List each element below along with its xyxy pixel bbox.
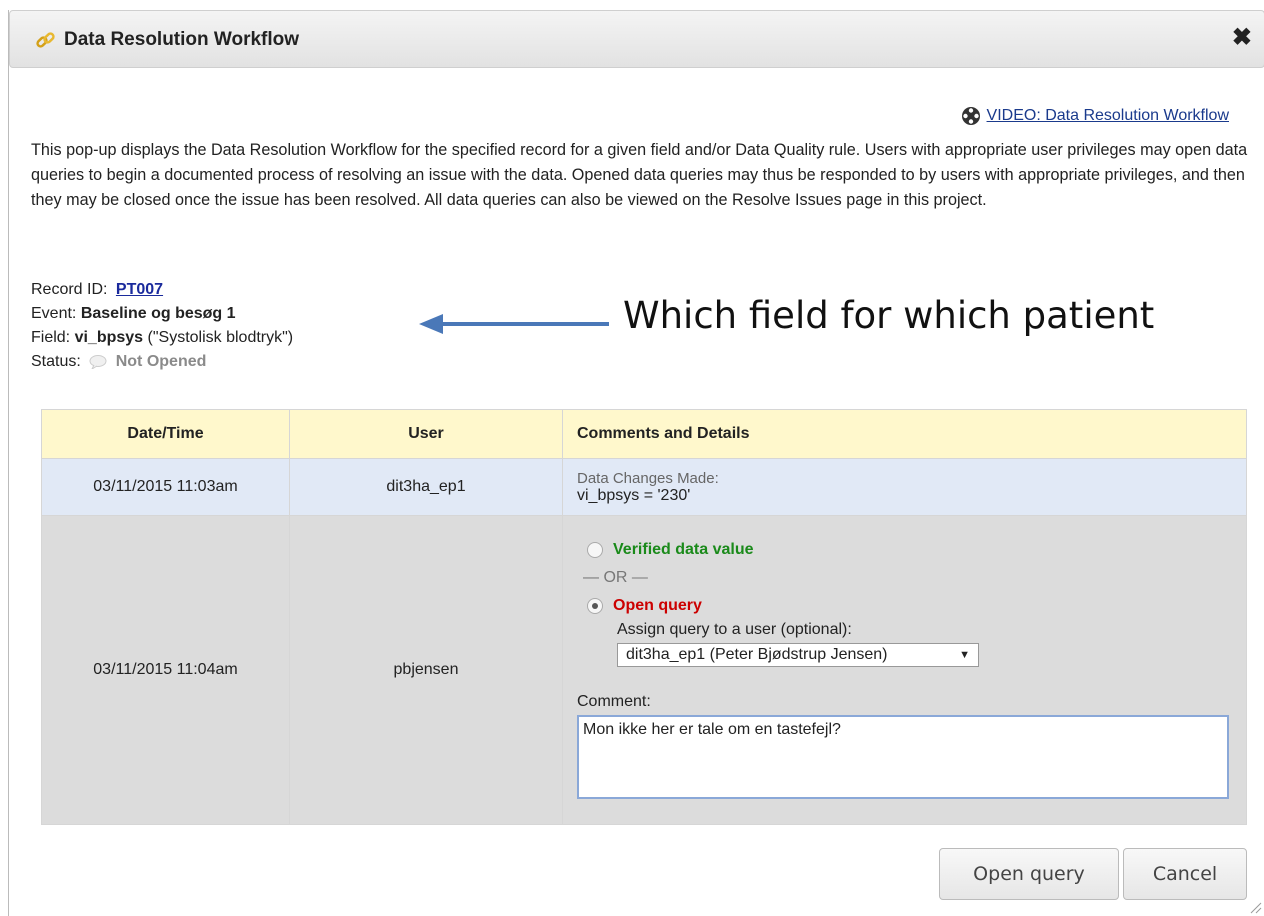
open-query-label[interactable]: Open query [613, 597, 702, 615]
resize-handle-icon[interactable] [1248, 900, 1262, 914]
annotation-arrow-icon [419, 314, 609, 334]
data-resolution-dialog: Data Resolution Workflow ✖ VIDEO: Data R… [8, 10, 1264, 916]
field-description: ("Systolisk blodtryk") [147, 329, 294, 346]
assign-user-select[interactable]: dit3ha_ep1 (Peter Bjødstrup Jensen) ▼ [617, 643, 979, 667]
event-label: Event: [31, 305, 77, 322]
dialog-titlebar[interactable]: Data Resolution Workflow ✖ [9, 10, 1264, 68]
row2-user: pbjensen [289, 515, 563, 825]
header-comments: Comments and Details [562, 409, 1247, 459]
field-name: vi_bpsys [74, 329, 144, 346]
assign-label: Assign query to a user (optional): [617, 621, 852, 638]
record-meta: Record ID: PT007 Event: Baseline og besø… [31, 278, 293, 374]
table-header-row: Date/Time User Comments and Details [41, 409, 1247, 459]
status-label: Status: [31, 353, 81, 370]
or-divider: — OR — [583, 569, 648, 586]
verified-radio[interactable] [587, 542, 603, 558]
comment-textarea[interactable]: Mon ikke her er tale om en tastefejl? [577, 715, 1229, 799]
assign-selected-value: dit3ha_ep1 (Peter Bjødstrup Jensen) [626, 646, 888, 663]
dropdown-arrow-icon: ▼ [959, 649, 970, 661]
close-icon[interactable]: ✖ [1232, 23, 1252, 52]
comment-label: Comment: [577, 693, 651, 710]
link-chain-icon [36, 32, 55, 48]
row2-details: Verified data value — OR — Open query As… [562, 515, 1247, 825]
header-datetime: Date/Time [41, 409, 290, 459]
row2-datetime: 03/11/2015 11:04am [41, 515, 290, 825]
film-reel-icon [961, 107, 980, 125]
video-link-label[interactable]: VIDEO: Data Resolution Workflow [987, 107, 1229, 125]
record-id-label: Record ID: [31, 281, 108, 298]
event-value: Baseline og besøg 1 [80, 305, 236, 322]
video-link[interactable]: VIDEO: Data Resolution Workflow [961, 106, 1229, 126]
intro-text: This pop-up displays the Data Resolution… [31, 141, 1248, 209]
speech-bubble-icon [89, 354, 107, 369]
status-value: Not Opened [115, 353, 207, 370]
open-query-radio[interactable] [587, 598, 603, 614]
changes-value: vi_bpsys = '230' [577, 486, 691, 504]
row1-details: Data Changes Made: vi_bpsys = '230' [562, 458, 1247, 516]
table-row: 03/11/2015 11:03am dit3ha_ep1 Data Chang… [41, 458, 1247, 516]
field-label: Field: [31, 329, 71, 346]
workflow-table: Date/Time User Comments and Details 03/1… [41, 409, 1247, 825]
dialog-title: Data Resolution Workflow [64, 29, 300, 50]
open-query-button[interactable]: Open query [939, 848, 1119, 900]
annotation-text: Which field for which patient [623, 294, 1155, 337]
table-row: 03/11/2015 11:04am pbjensen Verified dat… [41, 515, 1247, 825]
row1-datetime: 03/11/2015 11:03am [41, 458, 290, 516]
record-id-link[interactable]: PT007 [116, 281, 163, 298]
changes-label: Data Changes Made: [577, 469, 719, 487]
header-user: User [289, 409, 563, 459]
row1-user: dit3ha_ep1 [289, 458, 563, 516]
cancel-button[interactable]: Cancel [1123, 848, 1247, 900]
verified-label[interactable]: Verified data value [613, 541, 754, 559]
